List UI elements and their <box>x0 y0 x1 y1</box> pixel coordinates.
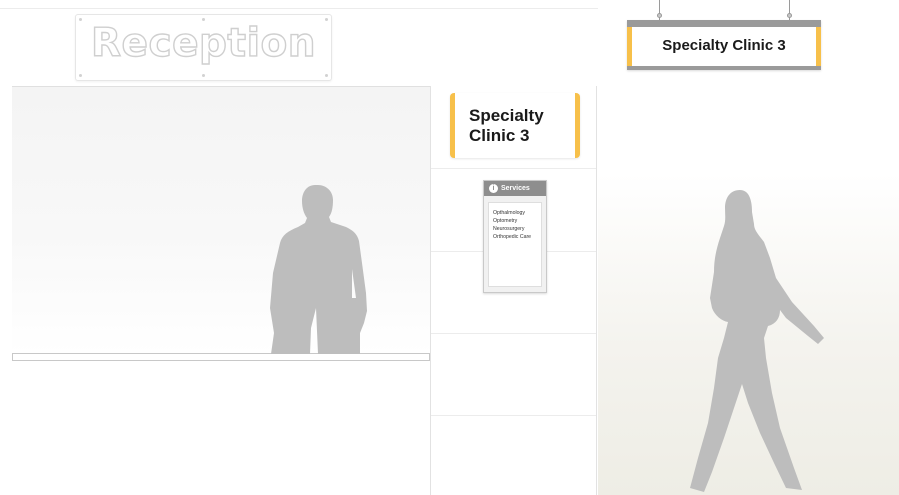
services-title: Services <box>501 185 530 192</box>
panel-divider <box>431 333 596 334</box>
hanging-sign-top-frame <box>627 20 821 27</box>
info-icon: i <box>489 184 498 193</box>
services-directory-sign: i Services Opthalmology Optometry Neuros… <box>483 180 547 293</box>
hanging-sign-bottom-frame <box>627 66 821 70</box>
list-item: Opthalmology <box>493 210 526 216</box>
screw <box>79 18 82 21</box>
list-item: Optometry <box>493 218 518 224</box>
hanging-clip <box>657 13 662 18</box>
screw <box>325 74 328 77</box>
man-silhouette <box>270 185 367 354</box>
services-header: i Services <box>484 181 546 196</box>
hanging-clip <box>787 13 792 18</box>
screw <box>202 74 205 77</box>
panel-divider <box>431 415 596 416</box>
reception-sign: Reception <box>75 14 332 81</box>
hanging-sign-text: Specialty Clinic 3 <box>662 37 786 54</box>
list-item: Orthopedic Care <box>493 234 532 240</box>
woman-silhouette <box>690 190 824 492</box>
screw <box>202 18 205 21</box>
wall-sign-line1: Specialty <box>469 106 544 125</box>
reception-sign-text: Reception <box>90 20 317 66</box>
services-list: Opthalmology Optometry Neurosurgery Orth… <box>488 202 542 287</box>
screw <box>79 74 82 77</box>
wall-sign-line2: Clinic 3 <box>469 126 530 145</box>
wall-sign-text: Specialty Clinic 3 <box>469 106 544 146</box>
specialty-clinic-wall-sign: Specialty Clinic 3 <box>450 93 580 158</box>
specialty-clinic-hanging-sign: Specialty Clinic 3 <box>627 20 821 70</box>
list-item: Neurosurgery <box>493 226 525 232</box>
panel-divider <box>431 168 596 169</box>
screw <box>325 18 328 21</box>
